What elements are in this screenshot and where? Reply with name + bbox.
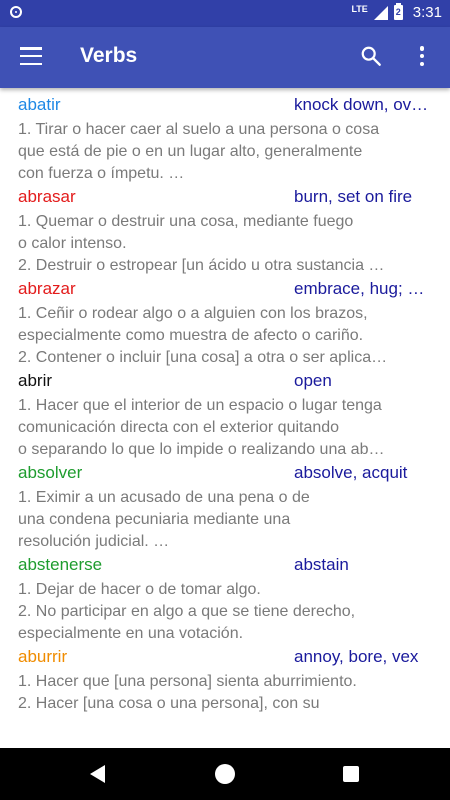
definition-line: 2. Contener o incluir [una cosa] a otra … xyxy=(18,349,388,366)
entry-header: abrir open xyxy=(18,371,432,393)
home-icon[interactable] xyxy=(215,764,235,784)
verb-translation: open xyxy=(294,371,332,390)
list-item[interactable]: abstenerse abstain 1. Dejar de hacer o de … xyxy=(0,548,450,642)
verb-definition: 1. Ceñir o rodear algo o a alguien con l… xyxy=(18,303,432,369)
status-bar: LTE 2 3:31 xyxy=(0,0,450,27)
definition-line: o separando lo que lo impide o realizand… xyxy=(18,441,385,458)
verb-translation: abstain xyxy=(294,555,349,574)
verb-definition: 1. Hacer que [una persona] sienta aburri… xyxy=(18,671,432,737)
verb-word: abrazar xyxy=(18,279,76,298)
definition-line: que está de pie o en un lugar alto, gene… xyxy=(18,143,363,160)
definition-line: 1. Hacer que el interior de un espacio o… xyxy=(18,397,382,414)
list-item[interactable]: aburrir annoy, bore, vex 1. Hacer que [una… xyxy=(0,640,450,732)
definition-line: o calor intenso. xyxy=(18,235,127,252)
definition-line: 1. Ceñir o rodear algo o a alguien con l… xyxy=(18,305,368,322)
verb-word: absolver xyxy=(18,463,83,482)
entry-header: abrazar embrace, hug; … xyxy=(18,279,432,301)
battery-icon: 2 xyxy=(393,3,403,20)
definition-line: 1. Dejar de hacer o de tomar algo. xyxy=(18,581,261,598)
verb-translation: knock down, ov… xyxy=(294,95,429,114)
list-item[interactable]: abrasar burn, set on fire 1. Quemar o dest… xyxy=(0,180,450,274)
definition-line: 2. Destruir o estropear [un ácido u otra… xyxy=(18,257,385,274)
notification-circle-icon xyxy=(10,6,22,18)
navigation-bar xyxy=(0,748,450,800)
list-item[interactable]: abrir open 1. Hacer que el interior de un … xyxy=(0,364,450,458)
menu-icon[interactable] xyxy=(20,47,42,65)
signal-icon xyxy=(373,5,388,20)
entry-header: abstenerse abstain xyxy=(18,555,432,577)
verb-definition: 1. Eximir a un acusado de una pena o de u… xyxy=(18,487,432,553)
definition-line: especialmente como muestra de afecto o c… xyxy=(18,327,364,344)
list-item[interactable]: abrazar embrace, hug; … 1. Ceñir o rodear … xyxy=(0,272,450,366)
verb-definition: 1. Tirar o hacer caer al suelo a una per… xyxy=(18,119,432,185)
recents-icon[interactable] xyxy=(343,766,359,782)
verb-translation: absolve, acquit xyxy=(294,463,408,482)
definition-line: una condena pecuniaria mediante una xyxy=(18,511,291,528)
network-type: LTE xyxy=(351,3,368,14)
verb-definition: 1. Dejar de hacer o de tomar algo. 2. No … xyxy=(18,579,432,645)
back-icon[interactable] xyxy=(90,765,105,783)
verb-list[interactable]: abatir knock down, ov… 1. Tirar o hacer ca… xyxy=(0,88,450,748)
more-vert-icon[interactable] xyxy=(419,46,425,66)
page-title: Verbs xyxy=(80,44,138,67)
entry-header: absolver absolve, acquit xyxy=(18,463,432,485)
search-icon[interactable] xyxy=(360,45,382,67)
verb-definition: 1. Quemar o destruir una cosa, mediante … xyxy=(18,211,432,277)
verb-word: abatir xyxy=(18,95,61,114)
verb-word: abrasar xyxy=(18,187,76,206)
app-bar: Verbs xyxy=(0,27,450,88)
definition-line: 2. Hacer [una cosa o una persona], con s… xyxy=(18,695,320,712)
verb-translation: annoy, bore, vex xyxy=(294,647,419,666)
list-item[interactable]: absolver absolve, acquit 1. Eximir a un ac… xyxy=(0,456,450,550)
verb-definition: 1. Hacer que el interior de un espacio o… xyxy=(18,395,432,461)
entry-header: aburrir annoy, bore, vex xyxy=(18,647,432,669)
status-time: 3:31 xyxy=(412,4,442,21)
entry-header: abatir knock down, ov… xyxy=(18,95,432,117)
definition-line: comunicación directa con el exterior qui… xyxy=(18,419,340,436)
status-icons: LTE 2 3:31 xyxy=(351,3,442,21)
definition-line: 1. Eximir a un acusado de una pena o de xyxy=(18,489,310,506)
definition-line: 1. Quemar o destruir una cosa, mediante … xyxy=(18,213,354,230)
list-item[interactable]: abatir knock down, ov… 1. Tirar o hacer ca… xyxy=(0,88,450,182)
definition-line: 2. No participar en algo a que se tiene … xyxy=(18,603,356,620)
definition-line: 1. Tirar o hacer caer al suelo a una per… xyxy=(18,121,380,138)
entry-header: abrasar burn, set on fire xyxy=(18,187,432,209)
definition-line: 1. Hacer que [una persona] sienta aburri… xyxy=(18,673,357,690)
verb-word: abstenerse xyxy=(18,555,103,574)
verb-translation: embrace, hug; … xyxy=(294,279,425,298)
verb-word: abrir xyxy=(18,371,53,390)
verb-word: aburrir xyxy=(18,647,68,666)
verb-translation: burn, set on fire xyxy=(294,187,413,206)
